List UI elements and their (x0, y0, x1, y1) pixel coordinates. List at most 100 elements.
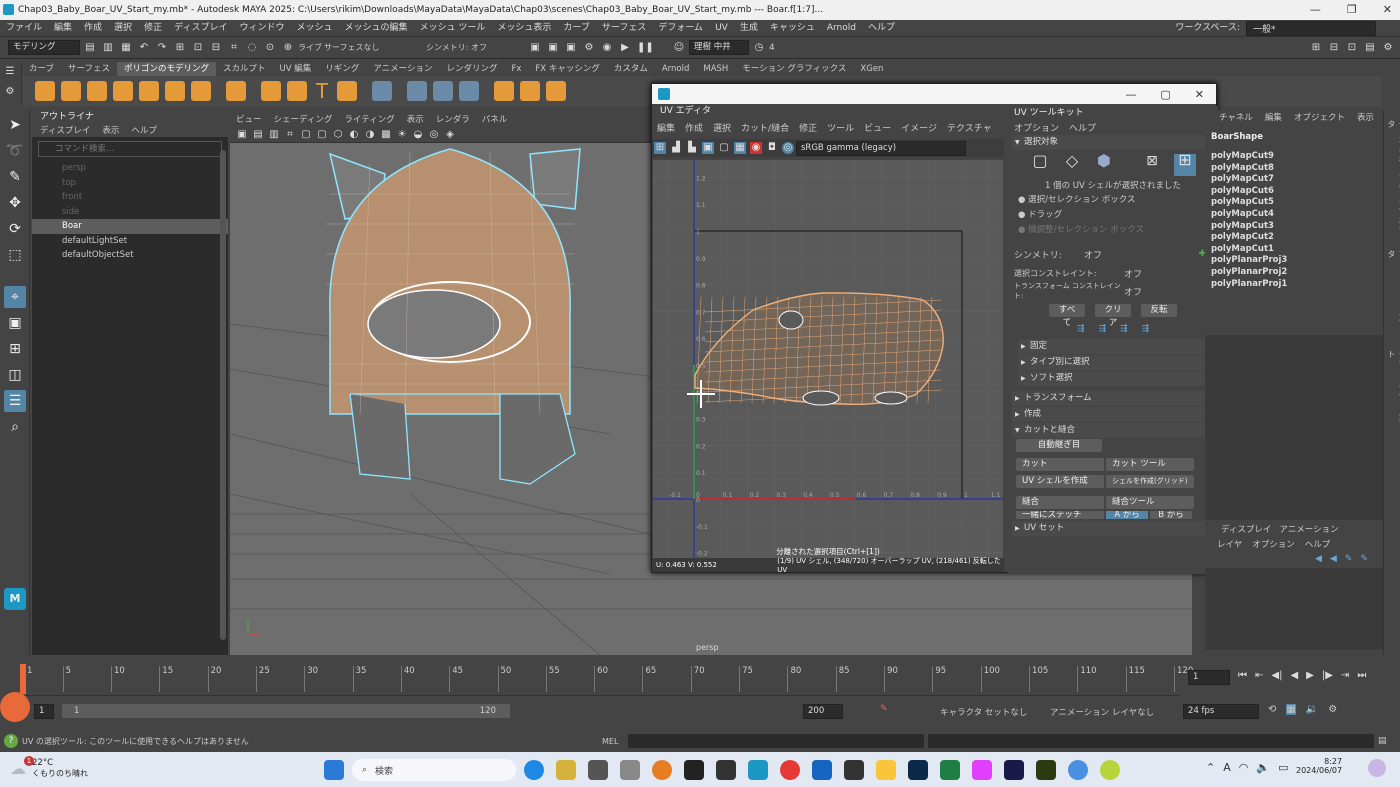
select-hierarchy-icon[interactable]: ⊞ (174, 42, 186, 54)
select-all-button[interactable]: すべて (1049, 303, 1085, 328)
tab-channel-box[interactable]: チャネル ボックス/レイヤ エディタ (1386, 120, 1400, 240)
outliner-item-default-light-set[interactable]: defaultLightSet (32, 234, 228, 249)
uv-maximize-icon[interactable]: ▢ (1160, 88, 1170, 101)
step-back-key-icon[interactable]: ⇤ (1255, 670, 1263, 681)
go-to-start-icon[interactable]: ⏮ (1238, 670, 1247, 681)
shelf-tab-animation[interactable]: アニメーション (366, 62, 439, 76)
poly-torus-icon[interactable] (139, 81, 159, 101)
open-scene-icon[interactable]: ▥ (102, 42, 114, 54)
channel-menu-channels[interactable]: チャネル (1219, 111, 1253, 123)
loop-icon[interactable]: ⟲ (1268, 704, 1276, 715)
uv-mode-icon[interactable]: ⊠ (1142, 154, 1162, 175)
maya-home-icon[interactable]: M (4, 588, 26, 610)
channel-box-icon[interactable]: ▤ (1364, 42, 1376, 54)
render-settings-icon[interactable]: ⚙ (583, 42, 595, 54)
radio-drag[interactable]: ● ドラッグ (1008, 208, 1218, 223)
history-item[interactable]: polyPlanarProj3 (1205, 255, 1383, 267)
pause-icon[interactable]: ❚❚ (637, 42, 654, 54)
poly-cylinder-icon[interactable] (87, 81, 107, 101)
copilot-icon[interactable] (1368, 759, 1386, 777)
current-frame-field[interactable]: 1 (1188, 670, 1230, 685)
super-shape-icon[interactable] (261, 81, 281, 101)
invert-button[interactable]: 反転 (1141, 303, 1177, 317)
taskbar-search[interactable]: ⌕ 検索 (352, 759, 516, 781)
sew-tool-button[interactable]: 縫合ツール (1106, 496, 1194, 509)
resolution-gate-icon[interactable]: ▢ (316, 129, 328, 141)
step-forward-key-icon[interactable]: ⇥ (1341, 670, 1349, 681)
type-tool-icon[interactable]: T (312, 80, 332, 102)
vp-menu-renderer[interactable]: レンダラ (430, 114, 476, 127)
svg-tool-icon[interactable] (337, 81, 357, 101)
time-slider[interactable]: 1 5 10 15 20 25 30 35 40 45 50 55 60 65 70 75 80 85 90 95 10… (0, 660, 1400, 700)
uv-menu-select[interactable]: 選択 (708, 121, 736, 134)
layer-menu-layers[interactable]: レイヤ (1217, 538, 1242, 550)
fps-dropdown[interactable]: 24 fps (1183, 704, 1259, 719)
colorspace-dropdown[interactable]: sRGB gamma (legacy) (796, 140, 966, 156)
layer-move-up-icon[interactable]: ◀ (1315, 554, 1322, 564)
symmetry-status[interactable]: シンメトリ: オフ (426, 42, 487, 53)
shelf-tab-fx-caching[interactable]: FX キャッシング (528, 62, 606, 76)
menu-file[interactable]: ファイル (0, 20, 48, 37)
shelf-tab-surfaces[interactable]: サーフェス (61, 62, 117, 76)
outliner-layout-icon[interactable]: ☰ (4, 390, 26, 412)
shelf-tab-fx[interactable]: Fx (504, 62, 528, 76)
snap-point-icon[interactable]: ⊙ (264, 42, 276, 54)
shelf-tab-uv-editing[interactable]: UV 編集 (273, 62, 319, 76)
vp-menu-lighting[interactable]: ライティング (338, 114, 400, 127)
vertex-mode-icon[interactable]: ▢ (1030, 153, 1050, 175)
volume-icon[interactable]: 🔈 (1256, 761, 1270, 774)
play-backward-icon[interactable]: ◀ (1290, 670, 1298, 681)
select-shortest-icon[interactable]: ⇶ (1142, 324, 1150, 334)
taskbar-clock[interactable]: 8:27 2024/06/07 (1296, 757, 1342, 775)
sew-button[interactable]: 縫合 (1016, 496, 1104, 509)
grid-icon[interactable]: ⌗ (284, 129, 296, 141)
shelf-tab-sculpt[interactable]: スカルプト (216, 62, 273, 76)
uv-menu-view[interactable]: ビュー (859, 121, 896, 134)
shelf-tab-arnold[interactable]: Arnold (655, 62, 697, 76)
paint-select-icon[interactable]: ✎ (4, 166, 26, 188)
arnold-render-icon[interactable]: ▶ (619, 42, 631, 54)
uv-select-tool-icon[interactable]: ⌖ (4, 286, 26, 308)
render-frame-icon[interactable]: ▣ (547, 42, 559, 54)
maximize-icon[interactable]: ❐ (1347, 3, 1357, 16)
outliner-menu-show[interactable]: 表示 (102, 124, 119, 137)
shelf-tab-xgen[interactable]: XGen (853, 62, 890, 76)
menu-window[interactable]: ウィンドウ (233, 20, 290, 37)
scale-tool-icon[interactable]: ⬚ (4, 244, 26, 266)
outliner-item-boar[interactable]: Boar (32, 219, 228, 234)
uv-checker-icon[interactable]: ▦ (734, 142, 746, 154)
uv-distortion-icon[interactable]: ▙ (686, 142, 698, 154)
poly-disc-icon[interactable] (191, 81, 211, 101)
wireframe-icon[interactable]: ⬡ (332, 129, 344, 141)
history-item[interactable]: polyMapCut3 (1205, 221, 1383, 233)
wifi-icon[interactable]: ◠ (1239, 761, 1249, 774)
grow-select-icon[interactable]: ⇶ (1077, 324, 1085, 334)
uv-snapshot-icon[interactable]: ◘ (766, 142, 778, 154)
history-item[interactable]: polyMapCut8 (1205, 163, 1383, 175)
create-shell-grid-button[interactable]: シェルを作成(グリッド) (1106, 475, 1194, 488)
radio-select-box[interactable]: ● 選択/セレクション ボックス (1008, 193, 1218, 208)
battery-icon[interactable]: ▭ (1278, 761, 1288, 774)
blender-icon[interactable] (652, 760, 672, 780)
menu-generate[interactable]: 生成 (734, 20, 764, 37)
photos-icon[interactable] (972, 760, 992, 780)
vp-menu-panels[interactable]: パネル (476, 114, 514, 127)
tray-chevron-icon[interactable]: ⌃ (1206, 761, 1215, 774)
uv-menu-tools[interactable]: ツール (822, 121, 859, 134)
range-end-field[interactable]: 200 (803, 704, 843, 719)
shelf-tab-poly-modeling[interactable]: ポリゴンのモデリング (117, 62, 217, 76)
play-forward-icon[interactable]: ▶ (1306, 670, 1314, 681)
script-lang-label[interactable]: MEL (602, 737, 628, 746)
outliner-item-persp[interactable]: persp (32, 161, 228, 176)
menu-help[interactable]: ヘルプ (862, 20, 901, 37)
menu-edit[interactable]: 編集 (48, 20, 78, 37)
uv-menu-modify[interactable]: 修正 (794, 121, 822, 134)
substance-icon[interactable] (1036, 760, 1056, 780)
auto-seams-button[interactable]: 自動継ぎ目 (1016, 439, 1102, 452)
four-pane-icon[interactable]: ⊞ (4, 338, 26, 360)
uv-menu-create[interactable]: 作成 (680, 121, 708, 134)
command-input[interactable] (628, 734, 924, 748)
range-start-field[interactable]: 1 (34, 704, 54, 719)
history-item[interactable]: polyMapCut7 (1205, 174, 1383, 186)
select-border-icon[interactable]: ⇶ (1120, 324, 1128, 334)
